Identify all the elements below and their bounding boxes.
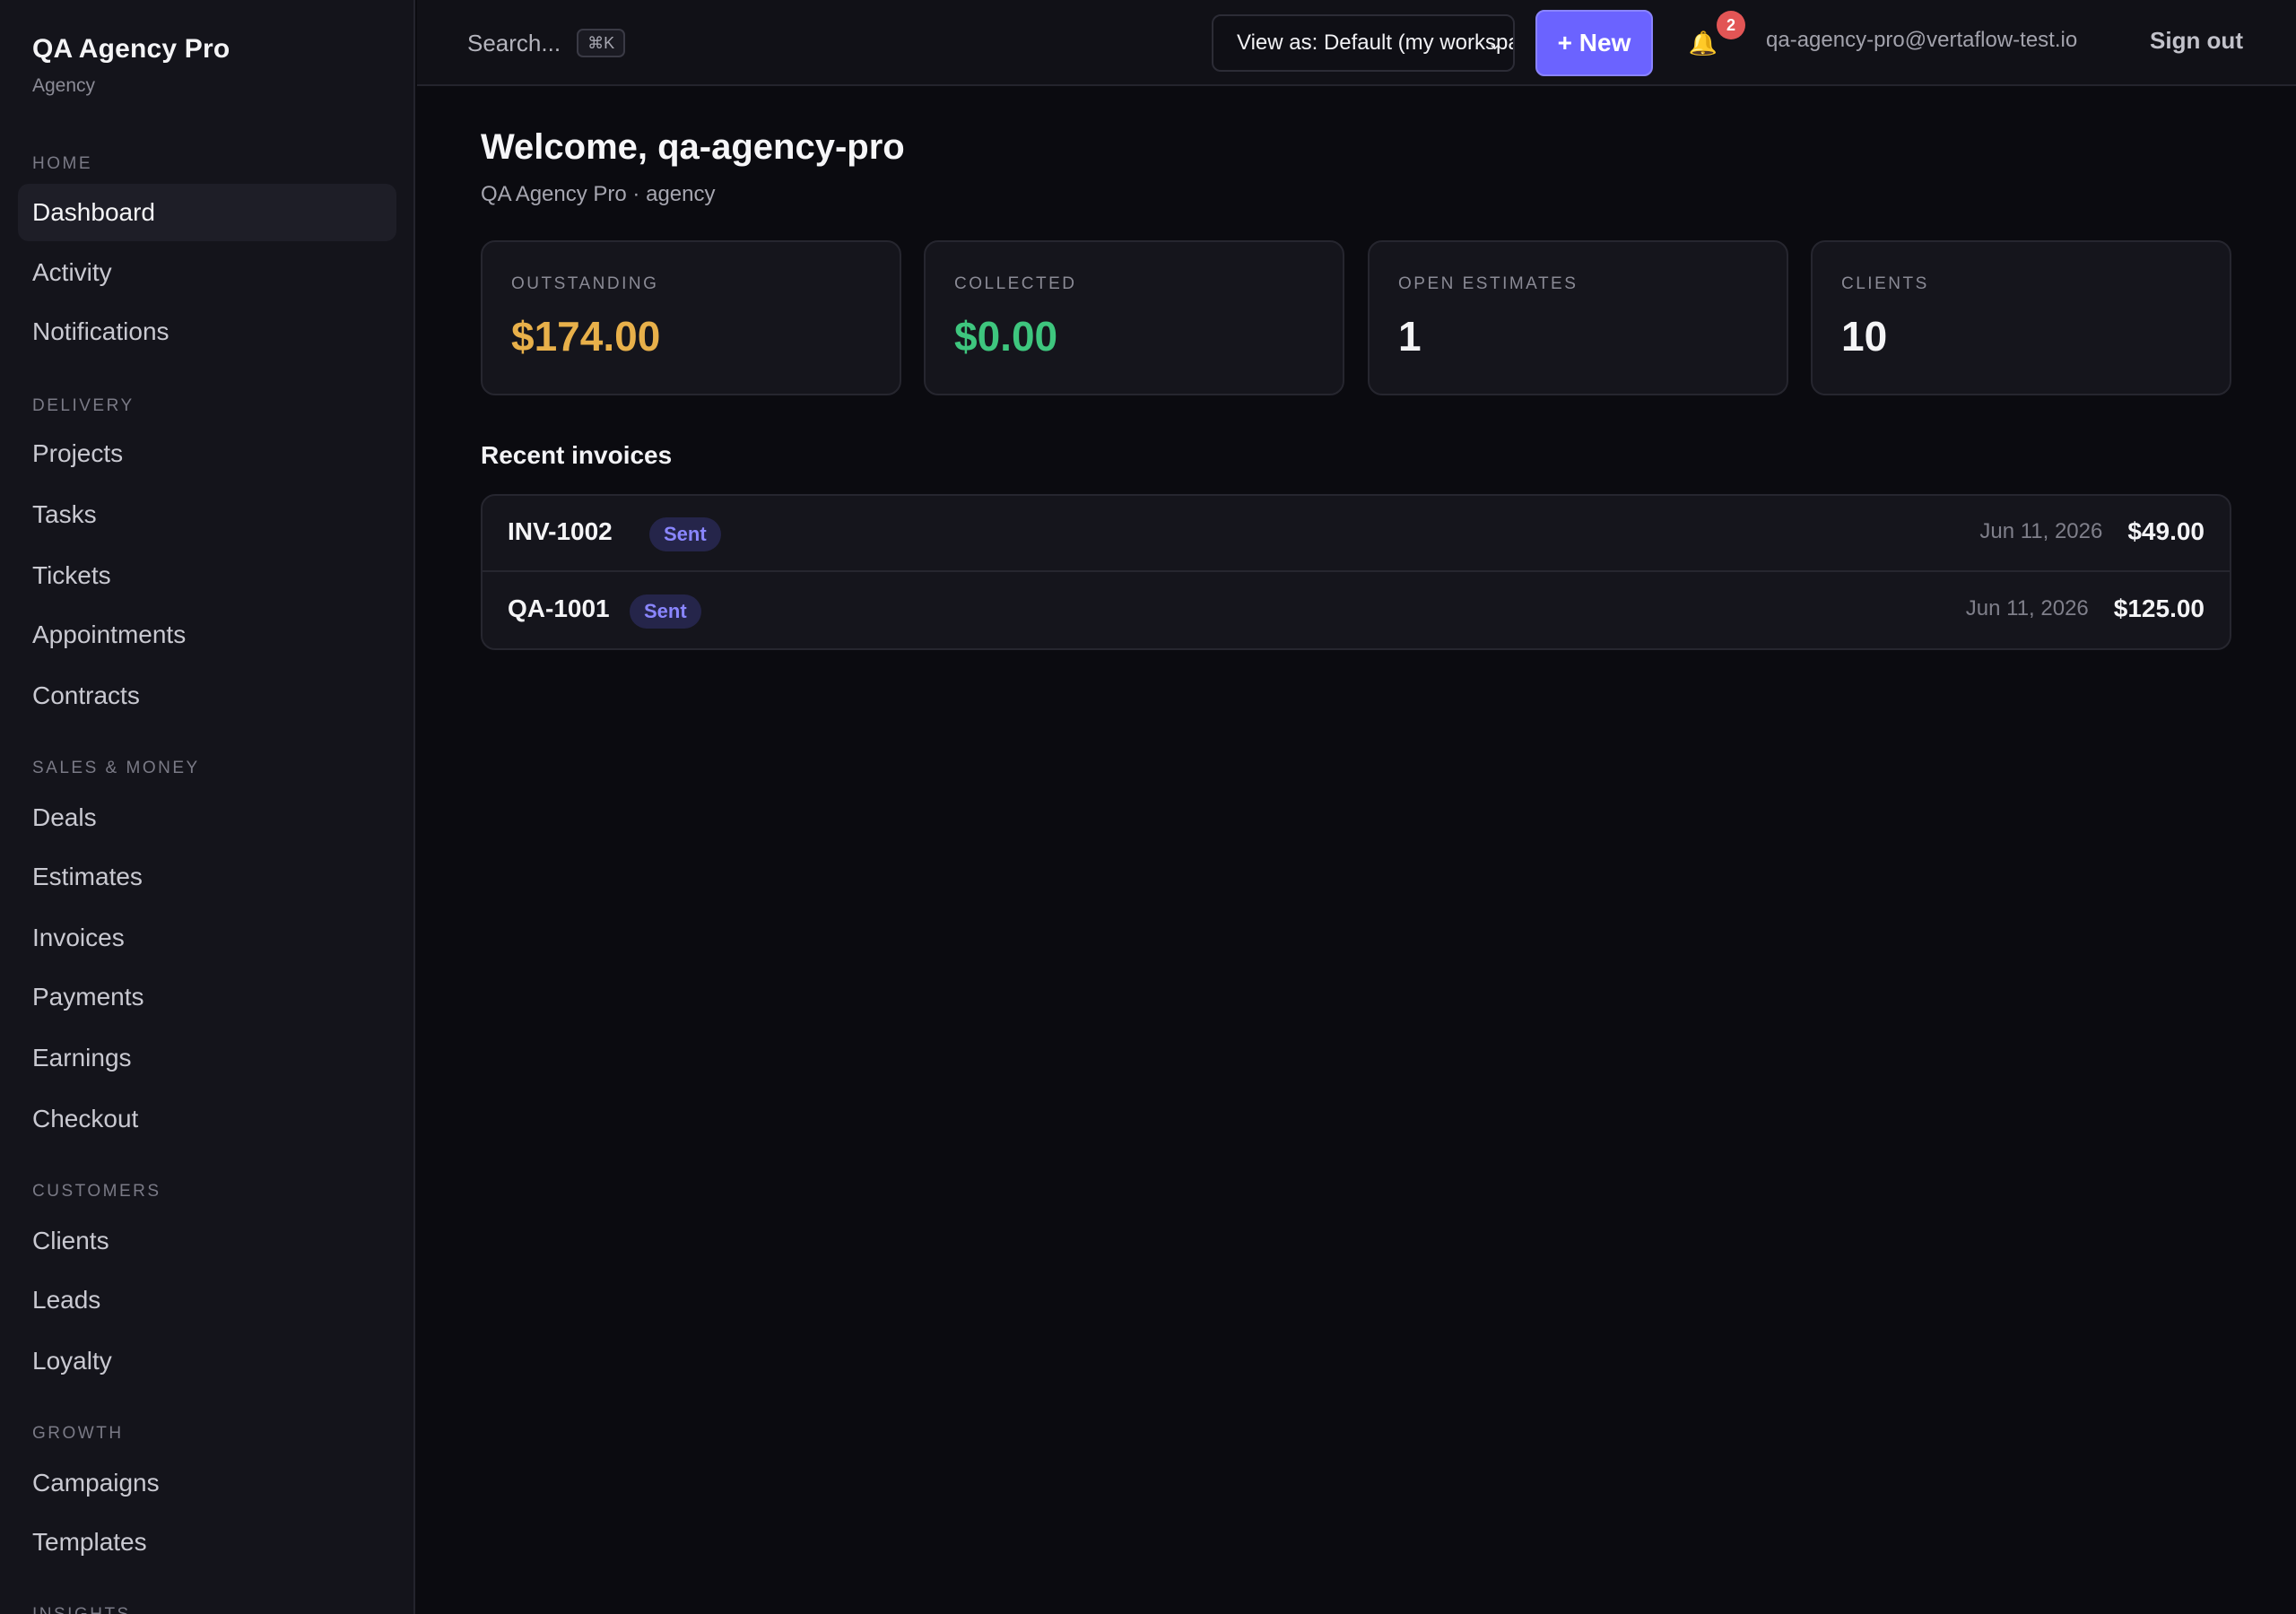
stat-label: CLIENTS (1841, 274, 1929, 293)
view-as-select[interactable]: View as: Default (my workspace) ⌄ (1212, 14, 1515, 72)
status-badge: Sent (630, 594, 701, 629)
sidebar-item-deals[interactable]: Deals (18, 789, 396, 846)
invoice-amount: $125.00 (2113, 594, 2205, 622)
invoice-date: Jun 11, 2026 (1965, 596, 2089, 620)
stat-value: $0.00 (954, 313, 1058, 360)
sidebar-item-notifications[interactable]: Notifications (18, 303, 396, 360)
sidebar-item-clients[interactable]: Clients (18, 1212, 396, 1270)
recent-invoices-title: Recent invoices (481, 441, 673, 469)
brand-title: QA Agency Pro (32, 34, 230, 64)
status-badge: Sent (649, 517, 721, 551)
sidebar: QA Agency Pro Agency HOME Dashboard Acti… (0, 0, 415, 1614)
invoice-number: QA-1001 (508, 594, 610, 622)
invoice-number: INV-1002 (508, 517, 613, 545)
nav-section-insights: INSIGHTS (32, 1605, 131, 1614)
sidebar-item-tickets[interactable]: Tickets (18, 547, 396, 604)
search-label: Search... (467, 29, 561, 56)
app-root: QA Agency Pro Agency HOME Dashboard Acti… (0, 0, 2296, 1614)
nav-section-home: HOME (32, 154, 92, 173)
brand-subtitle: Agency (32, 75, 96, 96)
topbar: Search... ⌘K View as: Default (my worksp… (417, 0, 2296, 86)
new-button[interactable]: + New (1535, 10, 1653, 76)
invoice-meta: Jun 11, 2026 $49.00 (1979, 517, 2205, 546)
stat-card-open-estimates: OPEN ESTIMATES 1 (1368, 240, 1788, 395)
sidebar-item-activity[interactable]: Activity (18, 244, 396, 301)
stat-label: COLLECTED (954, 274, 1077, 293)
invoice-row[interactable]: INV-1002 Sent Jun 11, 2026 $49.00 (483, 496, 2230, 572)
user-email[interactable]: qa-agency-pro@vertaflow-test.io (1766, 28, 2077, 53)
nav-section-customers: CUSTOMERS (32, 1182, 161, 1201)
sidebar-item-leads[interactable]: Leads (18, 1271, 396, 1329)
view-as-value: View as: Default (my workspace) (1237, 30, 1513, 55)
stat-card-collected: COLLECTED $0.00 (924, 240, 1344, 395)
sidebar-item-appointments[interactable]: Appointments (18, 606, 396, 664)
page-title: Welcome, qa-agency-pro (481, 127, 905, 167)
nav-section-delivery: DELIVERY (32, 396, 135, 415)
stat-value: $174.00 (511, 313, 661, 360)
stat-label: OUTSTANDING (511, 274, 659, 293)
notification-count-badge: 2 (1717, 11, 1745, 39)
invoice-amount: $49.00 (2127, 517, 2205, 545)
invoice-date: Jun 11, 2026 (1979, 519, 2103, 543)
stat-label: OPEN ESTIMATES (1398, 274, 1578, 293)
search-shortcut-hint: ⌘K (577, 29, 626, 57)
sidebar-item-tasks[interactable]: Tasks (18, 486, 396, 543)
nav-section-growth: GROWTH (32, 1424, 124, 1443)
stat-value: 10 (1841, 313, 1888, 360)
sidebar-item-templates[interactable]: Templates (18, 1514, 396, 1571)
sidebar-item-payments[interactable]: Payments (18, 968, 396, 1026)
sidebar-item-projects[interactable]: Projects (18, 425, 396, 482)
chevron-down-icon: ⌄ (1487, 34, 1502, 54)
sidebar-item-checkout[interactable]: Checkout (18, 1090, 396, 1148)
nav-section-sales-money: SALES & MONEY (32, 759, 200, 777)
bell-icon[interactable]: 🔔 (1687, 27, 1719, 59)
sign-out-button[interactable]: Sign out (2150, 27, 2243, 55)
stat-card-clients: CLIENTS 10 (1811, 240, 2231, 395)
stat-value: 1 (1398, 313, 1422, 360)
sidebar-item-loyalty[interactable]: Loyalty (18, 1332, 396, 1390)
sidebar-item-earnings[interactable]: Earnings (18, 1029, 396, 1087)
sidebar-item-contracts[interactable]: Contracts (18, 667, 396, 725)
stat-card-outstanding: OUTSTANDING $174.00 (481, 240, 901, 395)
sidebar-item-estimates[interactable]: Estimates (18, 848, 396, 906)
sidebar-item-invoices[interactable]: Invoices (18, 909, 396, 967)
invoice-meta: Jun 11, 2026 $125.00 (1966, 594, 2205, 623)
search-trigger[interactable]: Search... ⌘K (467, 25, 626, 61)
sidebar-item-dashboard[interactable]: Dashboard (18, 184, 396, 241)
recent-invoices-list: INV-1002 Sent Jun 11, 2026 $49.00 QA-100… (481, 494, 2231, 650)
invoice-row[interactable]: QA-1001 Sent Jun 11, 2026 $125.00 (483, 573, 2230, 648)
sidebar-item-campaigns[interactable]: Campaigns (18, 1454, 396, 1512)
page-subtitle: QA Agency Pro · agency (481, 182, 716, 206)
